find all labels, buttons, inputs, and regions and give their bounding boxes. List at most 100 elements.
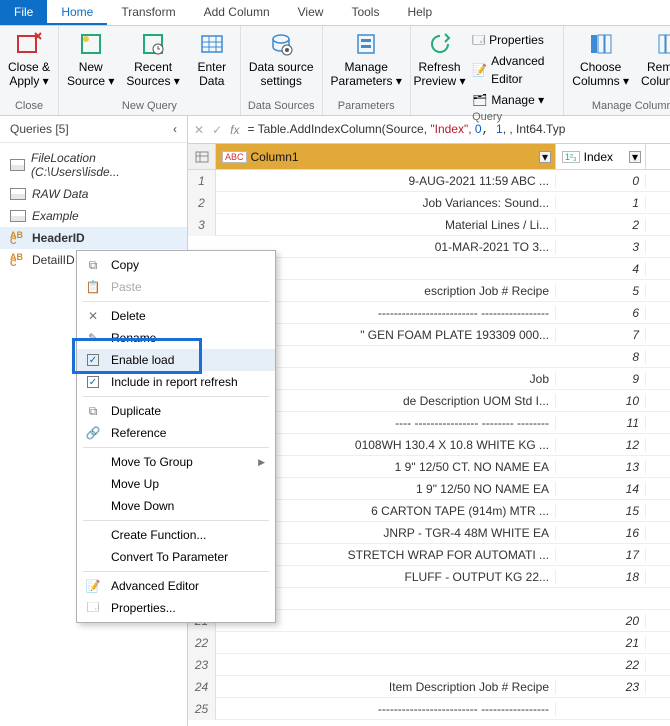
column1-filter-icon[interactable]: ▾	[539, 151, 551, 163]
close-apply-icon	[15, 30, 43, 58]
recent-sources-button[interactable]: Recent Sources ▾	[122, 28, 183, 91]
table-row[interactable]: 19-AUG-2021 11:59 ABC ...0	[188, 170, 670, 192]
cell-index[interactable]: 20	[556, 614, 646, 628]
cell-index[interactable]: 10	[556, 394, 646, 408]
cell-index[interactable]: 9	[556, 372, 646, 386]
cm-duplicate[interactable]: ⧉Duplicate	[77, 400, 275, 422]
cell-index[interactable]: 11	[556, 416, 646, 430]
cell-index[interactable]: 6	[556, 306, 646, 320]
query-item-1[interactable]: RAW Data	[0, 183, 187, 205]
enter-data-icon	[198, 30, 226, 58]
cell-index[interactable]: 18	[556, 570, 646, 584]
column-index-filter-icon[interactable]: ▾	[629, 151, 641, 163]
properties-icon: 🗔	[85, 601, 101, 615]
menu-add-column[interactable]: Add Column	[190, 0, 284, 25]
data-source-settings-button[interactable]: Data source settings	[245, 28, 318, 91]
ribbon-group-parameters: Parameters	[327, 99, 406, 113]
menu-file[interactable]: File	[0, 0, 47, 25]
cell-index[interactable]: 2	[556, 218, 646, 232]
manage-parameters-button[interactable]: Manage Parameters ▾	[327, 28, 406, 91]
formula-cancel-icon[interactable]: ✕	[194, 123, 204, 137]
enter-data-button[interactable]: Enter Data	[188, 28, 236, 91]
menu-view[interactable]: View	[284, 0, 338, 25]
cell-index[interactable]: 5	[556, 284, 646, 298]
queries-collapse-icon[interactable]: ‹	[173, 122, 177, 136]
cell-index[interactable]: 23	[556, 680, 646, 694]
advanced-editor-button[interactable]: 📝Advanced Editor	[468, 51, 559, 89]
remove-columns-button[interactable]: Remove Columns ▾	[637, 28, 670, 91]
formula-text[interactable]: = Table.AddIndexColumn(Source, "Index", …	[247, 122, 565, 137]
refresh-preview-button[interactable]: Refresh Preview ▾	[415, 28, 464, 91]
remove-columns-label: Remove Columns ▾	[641, 60, 670, 89]
query-item-3[interactable]: AB CHeaderID	[0, 227, 187, 249]
cell-index[interactable]: 14	[556, 482, 646, 496]
cm-convert-to-parameter[interactable]: Convert To Parameter	[77, 546, 275, 568]
query-item-label: DetailID	[32, 253, 75, 267]
table-row[interactable]: 25------------------------- ------------…	[188, 698, 670, 720]
cm-rename[interactable]: ✎Rename	[77, 327, 275, 349]
table-row[interactable]: 3Material Lines / Li...2	[188, 214, 670, 236]
manage-icon: 🗂	[472, 91, 487, 109]
new-source-button[interactable]: New Source ▾	[63, 28, 118, 91]
cm-include-refresh[interactable]: ✓Include in report refresh	[77, 371, 275, 393]
choose-columns-icon	[587, 30, 615, 58]
query-item-2[interactable]: Example	[0, 205, 187, 227]
cm-copy[interactable]: ⧉Copy	[77, 254, 275, 276]
cm-properties[interactable]: 🗔Properties...	[77, 597, 275, 619]
table-row[interactable]: 2221	[188, 632, 670, 654]
queries-title: Queries [5]	[10, 122, 69, 136]
cell-index[interactable]: 3	[556, 240, 646, 254]
cell-index[interactable]: 1	[556, 196, 646, 210]
cell-column1[interactable]: Material Lines / Li...	[216, 218, 556, 232]
cm-move-to-group[interactable]: Move To Group▶	[77, 451, 275, 473]
cm-advanced-editor[interactable]: 📝Advanced Editor	[77, 575, 275, 597]
cell-index[interactable]: 7	[556, 328, 646, 342]
column-index-label: Index	[584, 150, 613, 164]
properties-button[interactable]: 🗔Properties	[468, 30, 559, 50]
table-row[interactable]: 24Item Description Job # Recipe23	[188, 676, 670, 698]
recent-sources-label: Recent Sources ▾	[126, 60, 179, 89]
menu-transform[interactable]: Transform	[107, 0, 189, 25]
cell-index[interactable]: 12	[556, 438, 646, 452]
cell-index[interactable]: 17	[556, 548, 646, 562]
query-item-0[interactable]: FileLocation (C:\Users\lisde...	[0, 147, 187, 183]
cm-delete[interactable]: ✕Delete	[77, 305, 275, 327]
cell-index[interactable]: 8	[556, 350, 646, 364]
menu-tools[interactable]: Tools	[337, 0, 393, 25]
cell-index[interactable]: 22	[556, 658, 646, 672]
ribbon-group-manage-columns: Manage Columns	[568, 99, 670, 113]
manage-parameters-icon	[352, 30, 380, 58]
duplicate-icon: ⧉	[85, 404, 101, 418]
cm-move-down[interactable]: Move Down	[77, 495, 275, 517]
cell-column1[interactable]: Item Description Job # Recipe	[216, 680, 556, 694]
cell-column1[interactable]: ------------------------- --------------…	[216, 702, 556, 716]
column-header-index[interactable]: 1²₃ Index ▾	[556, 144, 646, 169]
cell-index[interactable]: 4	[556, 262, 646, 276]
fx-icon[interactable]: fx	[230, 123, 239, 137]
cell-index[interactable]: 16	[556, 526, 646, 540]
manage-button[interactable]: 🗂Manage ▾	[468, 90, 559, 110]
refresh-preview-label: Refresh Preview ▾	[414, 60, 466, 89]
cell-column1[interactable]: 9-AUG-2021 11:59 ABC ...	[216, 174, 556, 188]
new-source-icon	[77, 30, 105, 58]
formula-accept-icon[interactable]: ✓	[212, 123, 222, 137]
recent-sources-icon	[139, 30, 167, 58]
menu-home[interactable]: Home	[47, 0, 107, 25]
close-and-apply-button[interactable]: Close & Apply ▾	[4, 28, 54, 91]
ribbon-group-data-sources: Data Sources	[245, 99, 318, 113]
menu-help[interactable]: Help	[393, 0, 446, 25]
cm-create-function[interactable]: Create Function...	[77, 524, 275, 546]
cell-index[interactable]: 13	[556, 460, 646, 474]
choose-columns-button[interactable]: Choose Columns ▾	[568, 28, 633, 91]
table-row[interactable]: 2Job Variances: Sound...1	[188, 192, 670, 214]
cell-column1[interactable]: Job Variances: Sound...	[216, 196, 556, 210]
cell-index[interactable]: 15	[556, 504, 646, 518]
row-number-header[interactable]	[188, 144, 216, 169]
table-row[interactable]: 2322	[188, 654, 670, 676]
cell-index[interactable]: 0	[556, 174, 646, 188]
cell-index[interactable]: 21	[556, 636, 646, 650]
column-header-column1[interactable]: ABC Column1 ▾	[216, 144, 556, 169]
cm-move-up[interactable]: Move Up	[77, 473, 275, 495]
cm-enable-load[interactable]: ✓Enable load	[77, 349, 275, 371]
cm-reference[interactable]: 🔗Reference	[77, 422, 275, 444]
